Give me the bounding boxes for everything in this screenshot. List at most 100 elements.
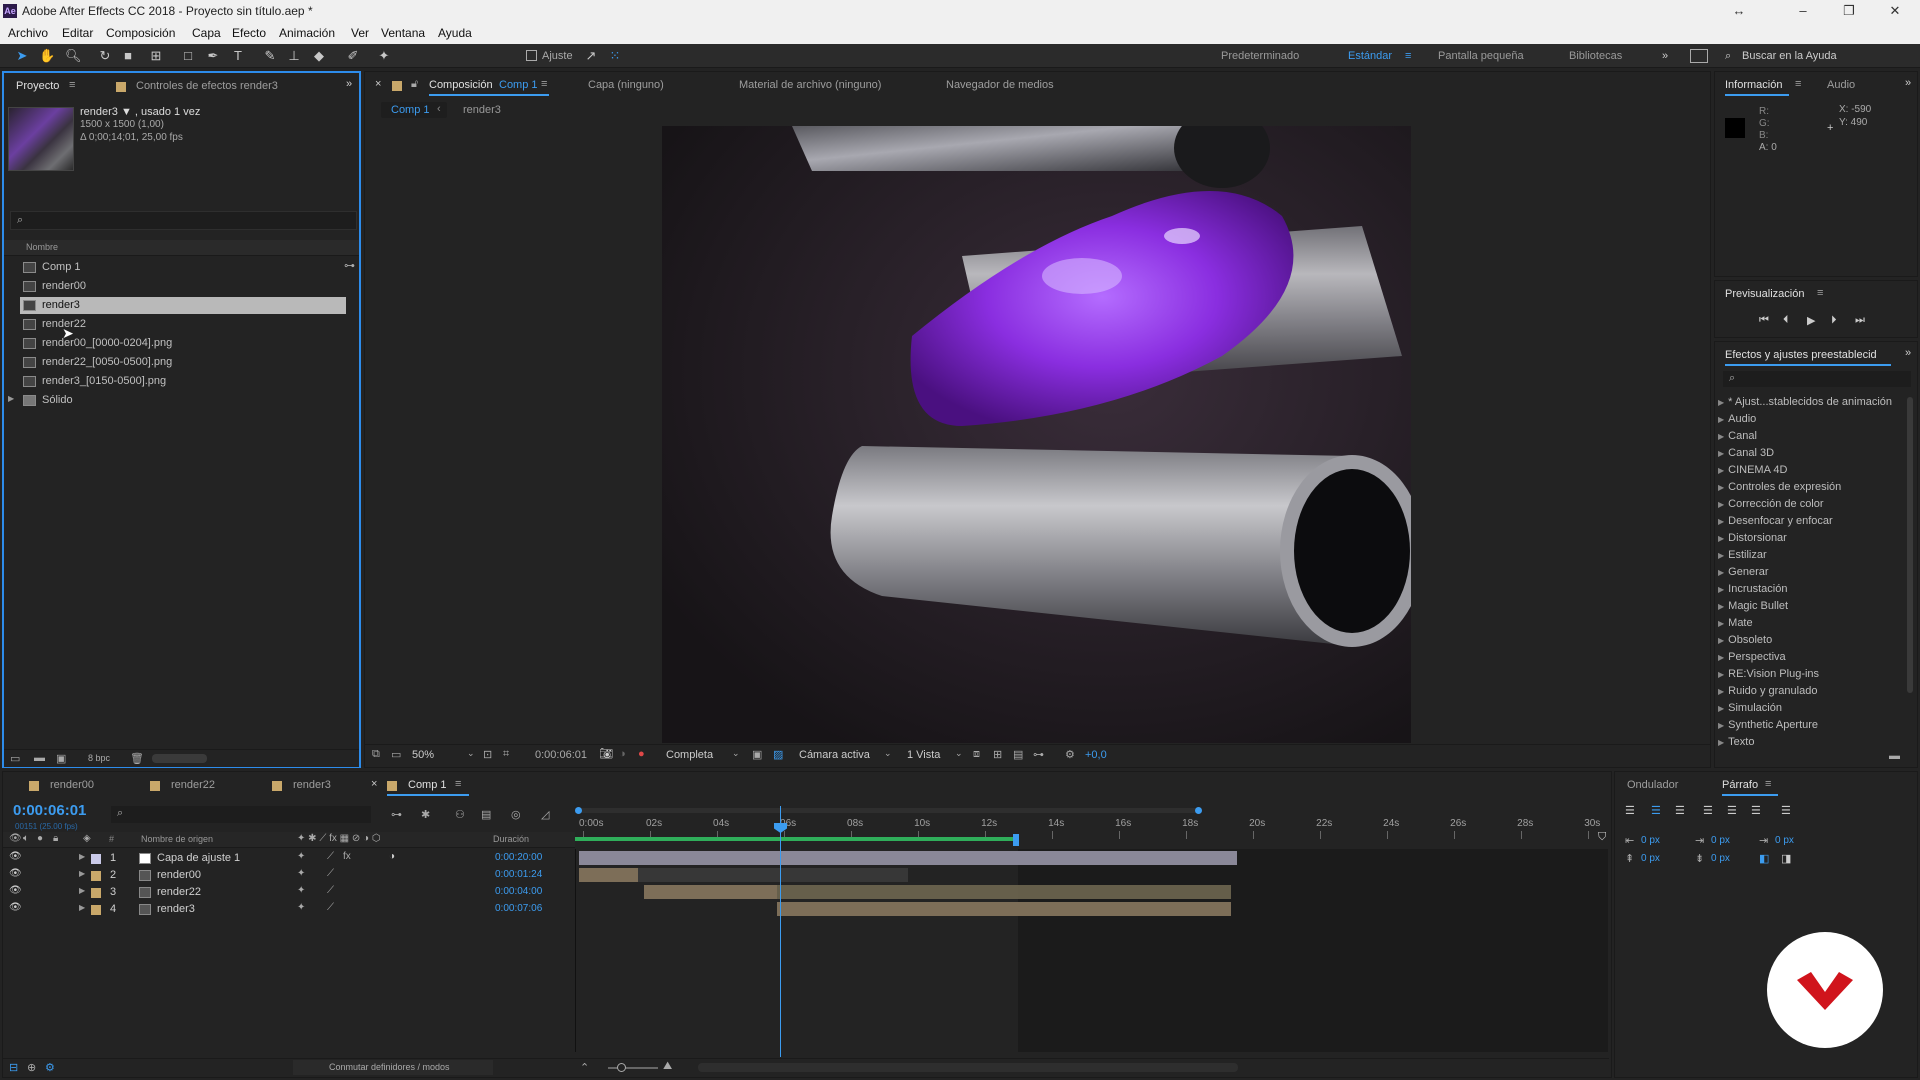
resolution-dropdown[interactable]: Completa (666, 749, 713, 761)
tab-composicion-menu-icon[interactable]: ≡ (541, 78, 547, 90)
effect-category[interactable]: ▶ Magic Bullet (1718, 600, 1788, 612)
tab-ondulador[interactable]: Ondulador (1627, 779, 1678, 791)
previous-frame-icon[interactable]: ⏴ (1783, 314, 1789, 327)
bit-depth-button[interactable]: 8 bpc (88, 753, 110, 763)
show-snapshot-icon[interactable]: ◑ (619, 748, 626, 760)
puppet-pin-tool-icon[interactable]: ✦ (376, 48, 392, 64)
current-time-display[interactable]: 0:00:06:01 (535, 749, 587, 761)
draft-3d-icon[interactable]: ✱ (421, 808, 430, 821)
toggle-pixel-aspect-icon[interactable]: ⧈ (973, 748, 980, 761)
align-left-icon[interactable]: ☰ (1625, 804, 1635, 817)
layer-label-color[interactable] (91, 905, 101, 915)
zoom-slider[interactable] (608, 1067, 658, 1069)
layer-name[interactable]: render00 (157, 869, 201, 881)
layer-switches-icon[interactable]: ⊟ (9, 1061, 18, 1074)
color-channels-icon[interactable]: ● (638, 748, 645, 760)
new-folder-icon[interactable]: ▬ (34, 752, 45, 764)
ltr-direction-icon[interactable]: ◧ (1759, 852, 1769, 865)
expand-triangle-icon[interactable]: ▶ (1718, 449, 1724, 458)
panel-expand-icon[interactable]: » (1905, 77, 1911, 89)
graph-editor-icon[interactable]: ◿ (541, 808, 549, 821)
eraser-tool-icon[interactable]: ◆ (311, 48, 327, 64)
label-header-icon[interactable]: ◈ (83, 833, 91, 844)
layer-duration[interactable]: 0:00:20:00 (495, 852, 542, 863)
shy-layers-icon[interactable]: ⚇ (455, 808, 465, 821)
in-out-panes-icon[interactable]: ⚙ (45, 1061, 55, 1074)
help-search-input[interactable]: Buscar en la Ayuda (1742, 50, 1837, 62)
camera-tool-icon[interactable]: ■ (120, 48, 136, 64)
zoom-tool-icon[interactable]: 🔍︎ (65, 48, 82, 64)
expand-triangle-icon[interactable]: ▶ (79, 852, 85, 861)
layer-name[interactable]: Capa de ajuste 1 (157, 852, 240, 864)
column-nombre[interactable]: Nombre (26, 242, 58, 252)
effects-scrollbar[interactable] (1907, 397, 1913, 693)
lock-header-icon[interactable]: 🔒︎ (53, 833, 58, 844)
expand-triangle-icon[interactable]: ▶ (1718, 568, 1724, 577)
new-composition-icon[interactable]: ▣ (56, 752, 66, 765)
minimize-button[interactable]: – (1780, 0, 1826, 22)
camera-dropdown[interactable]: Cámara activa (799, 749, 870, 761)
menu-capa[interactable]: Capa (192, 26, 221, 40)
fast-previews-icon[interactable]: ⊞ (993, 748, 1002, 761)
expand-triangle-icon[interactable]: ▶ (1718, 670, 1724, 679)
brush-tool-icon[interactable]: ✎ (262, 48, 278, 64)
region-of-interest-icon[interactable]: ▣ (752, 748, 762, 761)
project-folder-solido[interactable]: ▶ Sólido (8, 392, 334, 409)
effect-category[interactable]: ▶ Simulación (1718, 702, 1782, 714)
snapshot-icon[interactable]: 📷︎ (599, 747, 613, 760)
layer-duration-bar[interactable] (777, 902, 1231, 916)
flowchart-icon[interactable]: ⊶ (1033, 748, 1044, 761)
views-dropdown[interactable]: 1 Vista (907, 749, 940, 761)
solo-header-icon[interactable]: ● (37, 833, 43, 844)
effect-category[interactable]: ▶ Texto (1718, 736, 1754, 748)
space-before-value[interactable]: 0 px (1641, 853, 1660, 864)
timeline-icon[interactable]: ▤ (1013, 748, 1023, 761)
expand-triangle-icon[interactable]: ▶ (1718, 585, 1724, 594)
preview-menu-icon[interactable]: ≡ (1817, 287, 1823, 299)
expand-triangle-icon[interactable]: ▶ (1718, 636, 1724, 645)
quality-switch-icon[interactable]: ⟋ (327, 902, 334, 913)
snap-edges-icon[interactable]: ↗ (583, 48, 599, 64)
comp-marker-bin-icon[interactable]: ⛉ (1598, 831, 1606, 844)
expand-triangle-icon[interactable]: ▶ (79, 903, 85, 912)
layer-duration-bar[interactable] (644, 885, 777, 899)
workspace-predeterminado[interactable]: Predeterminado (1221, 50, 1299, 62)
preview-title[interactable]: Previsualización (1725, 288, 1804, 300)
mask-visibility-icon[interactable]: ⌗ (503, 748, 509, 761)
expand-triangle-icon[interactable]: ▶ (1718, 704, 1724, 713)
effect-category[interactable]: ▶ Generar (1718, 566, 1769, 578)
breadcrumb-render3[interactable]: render3 (463, 104, 501, 116)
expand-triangle-icon[interactable]: ▶ (1718, 415, 1724, 424)
tab-controles-efectos[interactable]: Controles de efectos render3 (136, 80, 278, 92)
menu-archivo[interactable]: Archivo (8, 26, 48, 40)
time-ruler[interactable]: 0:00s 02s 04s 06s 08s 10s 12s 14s 16s 18s 20s 22s 24… (575, 806, 1607, 848)
navigator-end-handle[interactable] (1195, 807, 1202, 814)
project-item-render3-seq[interactable]: render3_[0150-0500].png (20, 373, 346, 390)
timeline-current-time[interactable]: 0:00:06:01 (13, 802, 86, 819)
tab-parrafo[interactable]: Párrafo (1722, 779, 1758, 791)
layer-duration[interactable]: 0:00:04:00 (495, 886, 542, 897)
rotate-tool-icon[interactable]: ↻ (97, 48, 113, 64)
pen-tool-icon[interactable]: ✒ (205, 48, 221, 64)
expand-triangle-icon[interactable]: ▶ (1718, 500, 1724, 509)
eye-icon[interactable]: 👁︎ (9, 868, 22, 879)
hand-tool-icon[interactable]: ✋ (39, 48, 55, 64)
maximize-button[interactable]: ❐ (1826, 0, 1872, 22)
timeline-search-input[interactable]: ⌕ (111, 806, 371, 823)
roto-brush-tool-icon[interactable]: ✐ (345, 48, 361, 64)
tab-navegador[interactable]: Navegador de medios (946, 79, 1054, 91)
close-tab-icon[interactable]: × (375, 78, 381, 90)
toggle-switches-modes-button[interactable]: Conmutar definidores / modos (293, 1060, 493, 1075)
next-frame-icon[interactable]: ⏵ (1831, 314, 1837, 327)
tab-audio[interactable]: Audio (1827, 79, 1855, 91)
lock-icon[interactable]: 🔓︎ (411, 78, 418, 91)
transparency-grid-icon[interactable]: ▨ (773, 748, 783, 761)
composition-viewer[interactable] (662, 126, 1411, 743)
column-duracion[interactable]: Duración (493, 834, 529, 844)
zoom-out-icon[interactable]: ⌃ (580, 1061, 589, 1074)
interpret-footage-icon[interactable]: ▭ (10, 752, 20, 765)
magnification-dropdown[interactable]: 50% (412, 749, 434, 761)
fx-switch-icon[interactable]: fx (343, 851, 351, 862)
audio-toggle-header-icon[interactable]: 🔈︎ (23, 833, 29, 844)
effects-search-input[interactable]: ⌕ (1723, 371, 1911, 387)
